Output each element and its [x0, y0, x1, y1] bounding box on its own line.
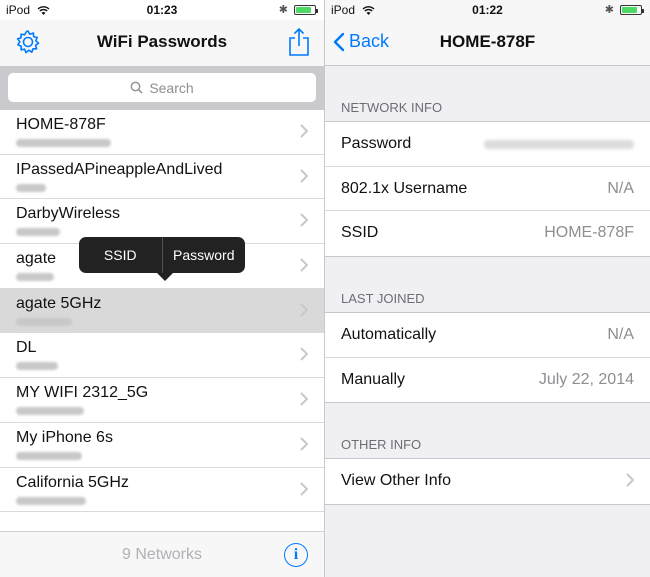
status-time: 01:23	[146, 3, 178, 17]
redacted-password[interactable]	[484, 140, 634, 149]
section-header: NETWORK INFO	[341, 100, 443, 115]
network-detail-screen: iPod 01:22 ✱ Back HOME-878F NETWORK INFO…	[325, 0, 650, 577]
detail-label: 802.1x Username	[341, 179, 468, 197]
share-icon[interactable]	[288, 27, 310, 57]
view-other-info-row[interactable]: View Other Info	[325, 459, 650, 504]
detail-value: N/A	[607, 326, 634, 343]
redacted-password	[16, 183, 46, 192]
network-list-screen: iPod 01:23 ✱ WiFi Passwords Search HOME-…	[0, 0, 324, 577]
battery-fill	[296, 6, 312, 13]
bluetooth-icon: ✱	[604, 4, 614, 16]
copy-password-button[interactable]: Password	[163, 237, 246, 273]
network-count: 9 Networks	[121, 546, 203, 563]
bluetooth-icon: ✱	[278, 4, 288, 16]
copy-ssid-button[interactable]: SSID	[79, 237, 162, 273]
detail-value: HOME-878F	[544, 224, 634, 242]
status-bar: iPod 01:22 ✱	[325, 0, 650, 20]
chevron-right-icon	[300, 213, 308, 228]
chevron-right-icon	[300, 347, 308, 362]
network-row[interactable]: DL	[0, 333, 324, 379]
redacted-password	[16, 451, 82, 460]
chevron-left-icon	[333, 32, 345, 51]
nav-bar: WiFi Passwords	[0, 20, 324, 66]
redacted-password	[16, 407, 84, 416]
detail-value: July 22, 2014	[538, 370, 634, 388]
network-name: DL	[16, 339, 37, 357]
redacted-password	[16, 139, 111, 147]
battery-icon	[620, 4, 644, 15]
chevron-right-icon	[300, 168, 308, 183]
redacted-password	[16, 496, 86, 505]
nav-bar: Back HOME-878F	[325, 20, 650, 66]
network-name: agate	[16, 250, 57, 268]
section-header: OTHER INFO	[341, 437, 422, 452]
status-right: ✱	[604, 3, 644, 16]
info-icon[interactable]: i	[284, 543, 308, 567]
network-name: California 5GHz	[16, 473, 129, 491]
chevron-right-icon	[626, 473, 634, 487]
network-name: DarbyWireless	[16, 205, 121, 223]
network-name: HOME-878F	[16, 116, 106, 133]
chevron-right-icon	[300, 392, 308, 406]
detail-row: SSID HOME-878F	[325, 211, 650, 256]
redacted-password	[16, 273, 54, 282]
battery-fill	[622, 6, 638, 13]
search-input[interactable]: Search	[8, 73, 316, 102]
detail-row: 802.1x Username N/A	[325, 167, 650, 212]
section-group: Automatically N/A Manually July 22, 2014	[325, 312, 650, 404]
network-name: My iPhone 6s	[16, 428, 113, 446]
network-name: MY WIFI 2312_5G	[16, 384, 149, 402]
network-row[interactable]: My iPhone 6s	[0, 423, 324, 468]
detail-value: N/A	[607, 179, 634, 197]
search-placeholder: Search	[149, 79, 194, 96]
status-time: 01:22	[472, 3, 503, 17]
menu-pointer	[157, 273, 173, 281]
copy-menu: SSID Password	[79, 237, 246, 281]
network-row[interactable]: agate 5GHz	[0, 288, 324, 334]
network-row[interactable]: MY WIFI 2312_5G	[0, 378, 324, 423]
detail-row: Automatically N/A	[325, 313, 650, 358]
status-right: ✱	[278, 3, 318, 16]
chevron-right-icon	[300, 258, 308, 272]
chevron-right-icon	[300, 124, 308, 138]
section-header: LAST JOINED	[341, 291, 425, 306]
detail-row: Manually July 22, 2014	[325, 358, 650, 403]
chevron-right-icon	[300, 437, 308, 451]
back-label: Back	[349, 31, 390, 51]
page-title: WiFi Passwords	[96, 32, 228, 51]
detail-label: SSID	[341, 224, 379, 242]
network-name: agate 5GHz	[16, 294, 102, 312]
detail-label: View Other Info	[341, 472, 451, 489]
redacted-password	[16, 228, 60, 237]
detail-label: Automatically	[341, 326, 437, 343]
section-group: View Other Info	[325, 458, 650, 505]
back-button[interactable]: Back	[333, 31, 389, 52]
detail-label: Manually	[341, 370, 406, 388]
detail-row: Password	[325, 122, 650, 167]
bottom-toolbar: 9 Networks i	[0, 531, 324, 577]
redacted-password	[16, 362, 58, 371]
chevron-right-icon	[300, 303, 308, 317]
section-group: Password 802.1x Username N/A SSID HOME-878F	[325, 121, 650, 258]
detail-label: Password	[341, 135, 412, 152]
search-bar: Search	[0, 66, 324, 110]
network-row[interactable]: California 5GHz	[0, 468, 324, 513]
network-row[interactable]: HOME-878F	[0, 110, 324, 155]
search-icon	[130, 81, 143, 94]
status-bar: iPod 01:23 ✱	[0, 0, 324, 20]
chevron-right-icon	[300, 481, 308, 496]
network-name: IPassedAPineappleAndLived	[16, 160, 223, 178]
redacted-password	[16, 317, 72, 326]
page-title: HOME-878F	[439, 32, 536, 51]
network-list: HOME-878F IPassedAPineappleAndLived DarbyW…	[0, 110, 324, 513]
battery-icon	[294, 4, 318, 15]
network-row[interactable]: IPassedAPineappleAndLived	[0, 155, 324, 200]
